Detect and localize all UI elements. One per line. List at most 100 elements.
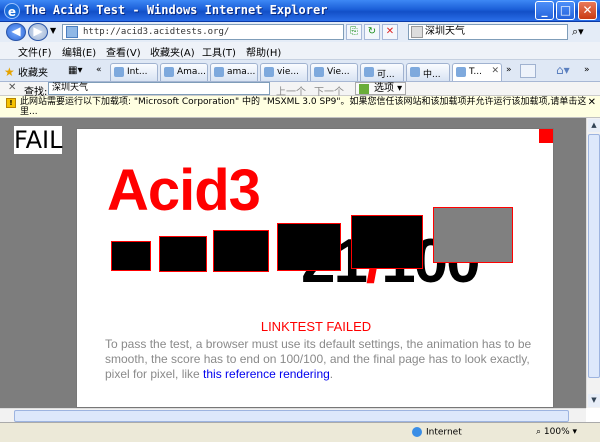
tab-label: T...	[469, 67, 483, 77]
tab-label: 可...	[377, 70, 395, 80]
warning-icon: !	[6, 98, 16, 108]
tab-7[interactable]: 中...	[406, 63, 450, 81]
quick-tabs-icon[interactable]: ▦▾	[68, 65, 82, 76]
ie-logo-icon: e	[4, 3, 20, 19]
home-icon[interactable]: ⌂▾	[556, 63, 570, 77]
page-icon	[66, 26, 78, 38]
tab-favicon-icon	[264, 67, 274, 77]
tab-6[interactable]: 可...	[360, 63, 404, 81]
stop-button[interactable]: ✕	[382, 24, 398, 40]
vertical-scroll-thumb[interactable]	[588, 134, 600, 378]
close-tab-icon[interactable]: ✕	[491, 66, 499, 76]
tab-3[interactable]: ama...	[210, 63, 258, 81]
tab-label: ama...	[227, 67, 256, 77]
tab-scroll-right-icon[interactable]: »	[506, 65, 512, 75]
acid3-test-box: Acid3 21/100 LINKTEST FAILED To pass the…	[76, 128, 554, 408]
search-provider-icon	[411, 26, 423, 38]
test-bucket-2	[159, 236, 207, 272]
horizontal-scrollbar[interactable]	[0, 408, 586, 422]
menu-view[interactable]: 查看(V)	[106, 44, 141, 59]
close-infobar-icon[interactable]: ✕	[588, 98, 596, 108]
tab-4[interactable]: vie...	[260, 63, 308, 81]
acid3-title: Acid3	[107, 158, 261, 223]
find-options-label: 选项	[374, 83, 394, 94]
menu-tools[interactable]: 工具(T)	[202, 44, 236, 59]
find-input[interactable]: 深圳天气	[48, 82, 270, 95]
maximize-button[interactable]: □	[556, 1, 575, 20]
favorites-button[interactable]: ★ 收藏夹	[4, 64, 48, 79]
red-square-marker	[539, 129, 553, 143]
url-input[interactable]: http://acid3.acidtests.org/	[62, 24, 344, 40]
compat-view-button[interactable]: ⎘	[346, 24, 362, 40]
favorites-label: 收藏夹	[17, 68, 48, 79]
test-bucket-3	[213, 230, 269, 272]
tab-favicon-icon	[314, 67, 324, 77]
search-input[interactable]: 深圳天气	[408, 24, 568, 40]
scroll-down-icon[interactable]: ▼	[588, 394, 600, 407]
linktest-status: LINKTEST FAILED	[260, 319, 372, 334]
find-bar: ✕ 查找: 深圳天气 上一个 下一个 选项 ▾	[0, 82, 600, 98]
tab-1[interactable]: Int...	[110, 63, 158, 81]
zoom-control[interactable]: ⌕ 100% ▾	[536, 427, 577, 437]
tab-label: 中...	[423, 70, 441, 80]
tab-5[interactable]: Vie...	[310, 63, 358, 81]
test-bucket-6	[433, 207, 513, 263]
back-button[interactable]: ◀	[6, 23, 26, 41]
tab-favicon-icon	[164, 67, 174, 77]
title-bar: e The Acid3 Test - Windows Internet Expl…	[0, 0, 600, 22]
tab-favicon-icon	[114, 67, 124, 77]
minimize-button[interactable]: _	[535, 1, 554, 20]
forward-button[interactable]: ▶	[28, 23, 48, 41]
tab-label: vie...	[277, 67, 299, 77]
zoom-icon: ⌕	[536, 427, 544, 437]
tab-label: Int...	[127, 67, 148, 77]
status-bar: Internet ⌕ 100% ▾	[0, 422, 600, 442]
find-options-button[interactable]: 选项 ▾	[355, 82, 407, 95]
tab-label: Vie...	[327, 67, 350, 77]
test-bucket-1	[111, 241, 151, 271]
star-icon: ★	[4, 65, 15, 79]
close-button[interactable]: ✕	[578, 1, 597, 20]
toolbar-more-icon[interactable]: »	[584, 65, 590, 75]
address-bar: ◀ ▶ ▼ http://acid3.acidtests.org/ ⎘ ↻ ✕ …	[0, 22, 600, 42]
tab-favicon-icon	[364, 67, 374, 77]
tab-2[interactable]: Ama...	[160, 63, 208, 81]
zoom-level: 100%	[543, 427, 570, 437]
horizontal-scroll-thumb[interactable]	[14, 410, 569, 422]
pencil-icon	[359, 84, 369, 94]
tab-8-active[interactable]: T... ✕	[452, 63, 502, 81]
menu-file[interactable]: 文件(F)	[18, 44, 52, 59]
menu-bar: 文件(F) 编辑(E) 查看(V) 收藏夹(A) 工具(T) 帮助(H)	[0, 42, 600, 60]
search-text: 深圳天气	[425, 26, 465, 37]
nav-dropdown-icon[interactable]: ▼	[50, 26, 56, 35]
fail-text: FAIL	[14, 126, 63, 154]
window-title: The Acid3 Test - Windows Internet Explor…	[24, 3, 328, 17]
zone-label: Internet	[426, 427, 462, 438]
menu-edit[interactable]: 编辑(E)	[62, 44, 96, 59]
globe-icon	[412, 427, 422, 437]
description-end: .	[329, 367, 334, 381]
menu-favorites[interactable]: 收藏夹(A)	[150, 44, 195, 59]
tab-favicon-icon	[214, 67, 224, 77]
scroll-up-icon[interactable]: ▲	[588, 119, 600, 132]
tab-favicon-icon	[456, 67, 466, 77]
search-button[interactable]: ⌕▾	[572, 25, 584, 39]
test-bucket-4	[277, 223, 341, 271]
infobar-text: 此网站需要运行以下加载项: "Microsoft Corporation" 中的…	[20, 97, 587, 117]
tab-favicon-icon	[410, 67, 420, 77]
tab-label: Ama...	[177, 67, 207, 77]
page-content: FAIL Acid3 21/100 LINKTEST FAILED To pas…	[0, 118, 586, 408]
close-find-icon[interactable]: ✕	[8, 82, 16, 93]
information-bar[interactable]: ! 此网站需要运行以下加载项: "Microsoft Corporation" …	[0, 96, 600, 118]
refresh-button[interactable]: ↻	[364, 24, 380, 40]
reference-rendering-link[interactable]: this reference rendering	[203, 367, 330, 381]
vertical-scrollbar[interactable]: ▲ ▼	[586, 118, 600, 408]
menu-help[interactable]: 帮助(H)	[246, 44, 281, 59]
test-bucket-5	[351, 215, 423, 269]
new-tab-button[interactable]	[520, 64, 536, 78]
test-description: To pass the test, a browser must use its…	[105, 337, 535, 382]
security-zone[interactable]: Internet	[412, 427, 462, 438]
tab-scroll-left-icon[interactable]: «	[96, 65, 102, 75]
url-text: http://acid3.acidtests.org/	[83, 27, 230, 37]
tab-bar: ★ 收藏夹 ▦▾ « Int... Ama... ama... vie... V…	[0, 60, 600, 82]
